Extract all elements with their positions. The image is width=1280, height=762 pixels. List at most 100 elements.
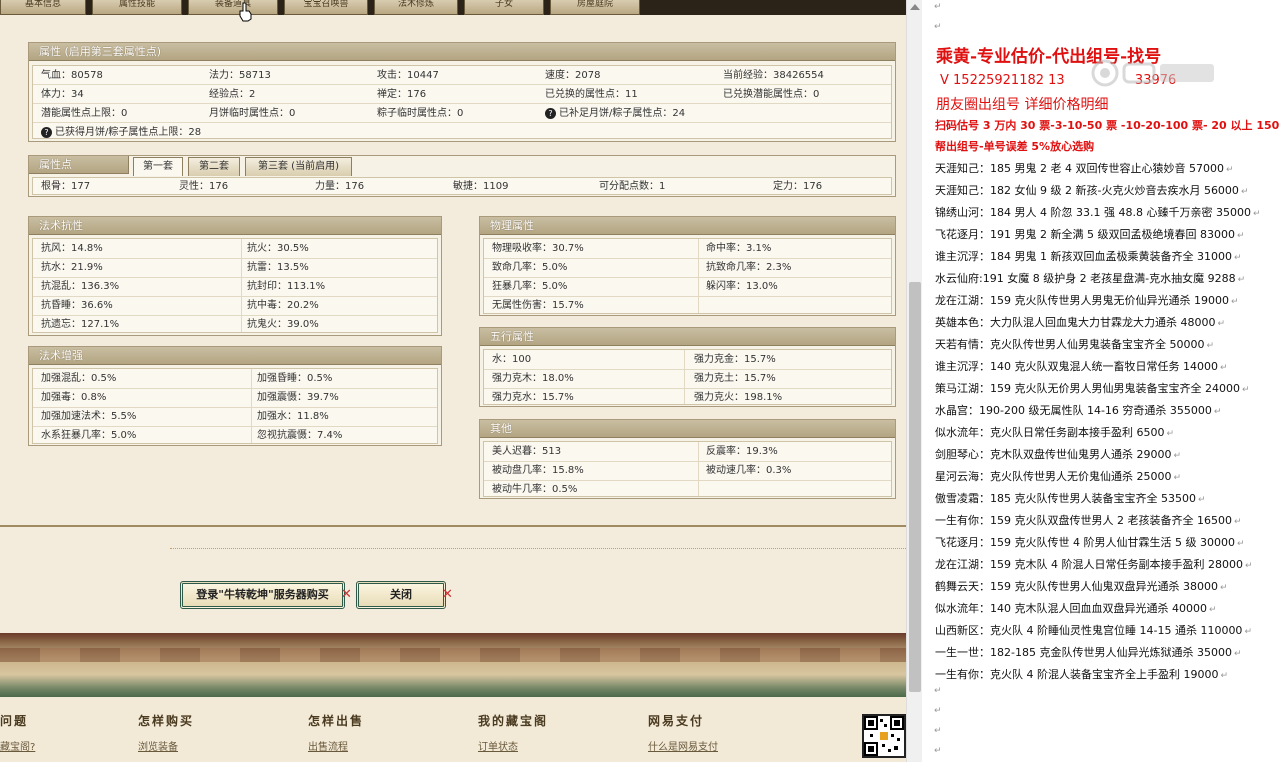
zongzi-temp-value: 粽子临时属性点：0 [377, 108, 464, 119]
paragraph-mark-icon: ↵ [1233, 649, 1242, 659]
qr-code-icon [862, 714, 906, 758]
scroll-thumb[interactable] [909, 282, 921, 692]
note-entry: 水晶宫：190-200 级无属性队 14-16 穷奇通杀 355000 ↵ [935, 402, 1221, 418]
spirit-value: 灵性：176 [179, 181, 229, 192]
tab-set-one[interactable]: 第一套 [133, 157, 183, 176]
note-entry-text: 星河云海：克火队传世男人无价鬼仙通杀 25000 [935, 470, 1172, 483]
counter-shock-rate: 反震率：19.3% [706, 446, 778, 457]
note-entry-text: 龙在江湖：159 克火队传世男人男鬼无价仙异光通杀 19000 [935, 294, 1229, 307]
note-entry-text: 谁主沉浮：140 克火队双鬼混人统一畜牧日常任务 14000 [935, 360, 1218, 373]
tab-attributes-skills[interactable]: 属性技能 [92, 0, 182, 15]
magic-boost-panel: 法术增强 加强混乱：0.5% 加强昏睡：0.5% 加强毒：0.8% 加强震慑：3… [28, 346, 442, 446]
close-button[interactable]: 关闭 [356, 581, 446, 609]
tab-basic-info[interactable]: 基本信息 [0, 0, 86, 15]
boost-deter: 加强震慑：39.7% [257, 392, 339, 403]
note-entry: 傲雪凌霜：185 克火队传世男人装备宝宝齐全 53500 ↵ [935, 490, 1206, 506]
footer-link-what-pay[interactable]: 什么是网易支付 [648, 738, 718, 753]
mooncake-limit-value: ? 已获得月饼/粽子属性点上限：28 [41, 124, 201, 141]
note-entry-text: 龙在江湖：159 克木队 4 阶混人日常任务副本接手盈利 28000 [935, 558, 1243, 571]
help-icon[interactable]: ? [545, 108, 556, 119]
paragraph-mark-icon: ↵ [1173, 451, 1182, 461]
rage-rate: 狂暴几率：5.0% [492, 281, 568, 292]
resist-chaos: 抗混乱：136.3% [41, 281, 120, 292]
note-entry-text: 谁主沉浮：184 男鬼 1 新孩双回血孟极乘黄装备齐全 31000 [935, 250, 1232, 263]
other-box: 美人迟暮：513 反震率：19.3% 被动盘几率：15.8% 被动速几率：0.3… [483, 441, 892, 497]
mp-value: 法力：58713 [209, 70, 271, 81]
note-entry-text: 飞花逐月：159 克火队传世 4 阶男人仙甘霖生活 5 级 30000 [935, 536, 1235, 549]
zen-value: 禅定：176 [377, 89, 427, 100]
paragraph-mark-icon: ↵ [1197, 495, 1206, 505]
note-entry: 天涯知己：182 女仙 9 级 2 新孩-火克火炒音去疾水月 56000 ↵ [935, 182, 1248, 198]
paragraph-mark-icon: ↵ [1217, 319, 1226, 329]
note-entry-text: 鹤舞云天：159 克火队传世男人仙鬼双盘异光通杀 38000 [935, 580, 1218, 593]
attributes-title: 属性 (启用第三套属性点) [29, 43, 895, 61]
paragraph-mark-icon: ↵ [1244, 627, 1252, 637]
boost-haste: 加强加速法术：5.5% [41, 411, 137, 422]
paragraph-mark-icon: ↵ [934, 686, 942, 696]
note-entry-text: 似水流年：140 克木队混人回血血双盘异光通杀 40000 [935, 602, 1207, 615]
other-panel: 其他 美人迟暮：513 反震率：19.3% 被动盘几率：15.8% 被动速几率：… [479, 419, 896, 499]
footer-link-treasure[interactable]: 藏宝阁? [0, 738, 35, 753]
five-elements-box: 水：100 强力克金：15.7% 强力克木：18.0% 强力克土：15.7% 强… [483, 349, 892, 405]
tab-pets[interactable]: 宝宝召唤兽 [284, 0, 368, 15]
footer-link-order-status[interactable]: 订单状态 [478, 738, 518, 753]
counter-earth: 强力克土：15.7% [694, 373, 776, 384]
close-x-icon: ✕ [341, 587, 352, 602]
note-entry-text: 一生有你：159 克火队双盘传世男人 2 老孩装备齐全 16500 [935, 514, 1232, 527]
exchanged-potential-value: 已兑换潜能属性点：0 [723, 89, 820, 100]
resist-sleep: 抗昏睡：36.6% [41, 300, 113, 311]
note-entry-text: 一生有你：克火队 4 阶混人装备宝宝齐全上手盈利 19000 [935, 668, 1219, 681]
mooncake-temp-value: 月饼临时属性点：0 [209, 108, 296, 119]
tab-set-three[interactable]: 第三套 (当前启用) [245, 157, 352, 176]
hit-rate: 命中率：3.1% [706, 243, 772, 254]
note-entry: 山西新区：克火队 4 阶睡仙灵性鬼宫位睡 14-15 通杀 110000 ↵ [935, 622, 1252, 638]
footer [0, 697, 906, 762]
magic-boost-box: 加强混乱：0.5% 加强昏睡：0.5% 加强毒：0.8% 加强震慑：39.7% … [32, 368, 438, 444]
tab-set-two[interactable]: 第二套 [188, 157, 240, 176]
footer-link-sell-flow[interactable]: 出售流程 [308, 738, 348, 753]
counter-fire: 强力克火：198.1% [694, 392, 783, 403]
note-entry-text: 天涯知己：182 女仙 9 级 2 新孩-火克火炒音去疾水月 56000 [935, 184, 1239, 197]
note-entry-text: 傲雪凌霜：185 克火队传世男人装备宝宝齐全 53500 [935, 492, 1196, 505]
section-divider [0, 525, 906, 527]
physical-box: 物理吸收率：30.7% 命中率：3.1% 致命几率：5.0% 抗致命几率：2.3… [483, 238, 892, 314]
note-entry-text: 天若有情：克火队传世男人仙男鬼装备宝宝齐全 50000 [935, 338, 1205, 351]
footer-link-browse[interactable]: 浏览装备 [138, 738, 178, 753]
scroll-up-arrow-icon[interactable] [910, 4, 920, 10]
paragraph-mark-icon: ↵ [934, 746, 942, 756]
tab-children[interactable]: 子女 [464, 0, 544, 15]
note-entry: 似水流年：克火队日常任务副本接手盈利 6500 ↵ [935, 424, 1174, 440]
tab-label: 属性技能 [118, 0, 155, 9]
paragraph-mark-icon: ↵ [1244, 561, 1253, 571]
login-server-buy-button[interactable]: 登录"牛转乾坤"服务器购买 [180, 581, 345, 609]
note-entry: 一生有你：159 克火队双盘传世男人 2 老孩装备齐全 16500 ↵ [935, 512, 1242, 528]
note-entry-text: 剑胆琴心：克木队双盘传世仙鬼男人通杀 29000 [935, 448, 1172, 461]
footer-head-how-buy: 怎样购买 [138, 714, 195, 728]
magic-resist-title: 法术抗性 [29, 217, 441, 235]
note-entry: 飞花逐月：191 男鬼 2 新全满 5 级双回孟极绝境春回 83000 ↵ [935, 226, 1245, 242]
paragraph-mark-icon: ↵ [934, 726, 942, 736]
potential-limit-value: 潜能属性点上限：0 [41, 108, 128, 119]
other-title: 其他 [480, 420, 895, 438]
resist-forget: 抗遗忘：127.1% [41, 319, 120, 330]
note-entry-text: 似水流年：克火队日常任务副本接手盈利 6500 [935, 426, 1165, 439]
boost-water: 加强水：11.8% [257, 411, 329, 422]
paragraph-mark-icon: ↵ [1166, 429, 1175, 439]
help-icon[interactable]: ? [41, 127, 52, 138]
stamina-value: 体力：34 [41, 89, 84, 100]
note-entry: 鹤舞云天：159 克火队传世男人仙鬼双盘异光通杀 38000 ↵ [935, 578, 1228, 594]
tab-cultivation[interactable]: 法术修炼 [374, 0, 458, 15]
agility-value: 敏捷：1109 [453, 181, 509, 192]
tab-label: 子女 [494, 0, 513, 9]
note-entry: 剑胆琴心：克木队双盘传世仙鬼男人通杀 29000 ↵ [935, 446, 1181, 462]
note-entry: 天若有情：克火队传世男人仙男鬼装备宝宝齐全 50000 ↵ [935, 336, 1214, 352]
tab-equipment[interactable]: 装备道具 [188, 0, 278, 15]
ignore-deter: 忽视抗震慑：7.4% [257, 430, 343, 441]
vertical-scrollbar[interactable] [906, 0, 922, 762]
attack-value: 攻击：10447 [377, 70, 439, 81]
note-entry: 飞花逐月：159 克火队传世 4 阶男人仙甘霖生活 5 级 30000 ↵ [935, 534, 1245, 550]
note-entry: 一生有你：克火队 4 阶混人装备宝宝齐全上手盈利 19000 ↵ [935, 666, 1228, 682]
boost-sleep: 加强昏睡：0.5% [257, 373, 333, 384]
paragraph-mark-icon: ↵ [1219, 363, 1228, 373]
tab-house[interactable]: 房屋庭院 [550, 0, 640, 15]
